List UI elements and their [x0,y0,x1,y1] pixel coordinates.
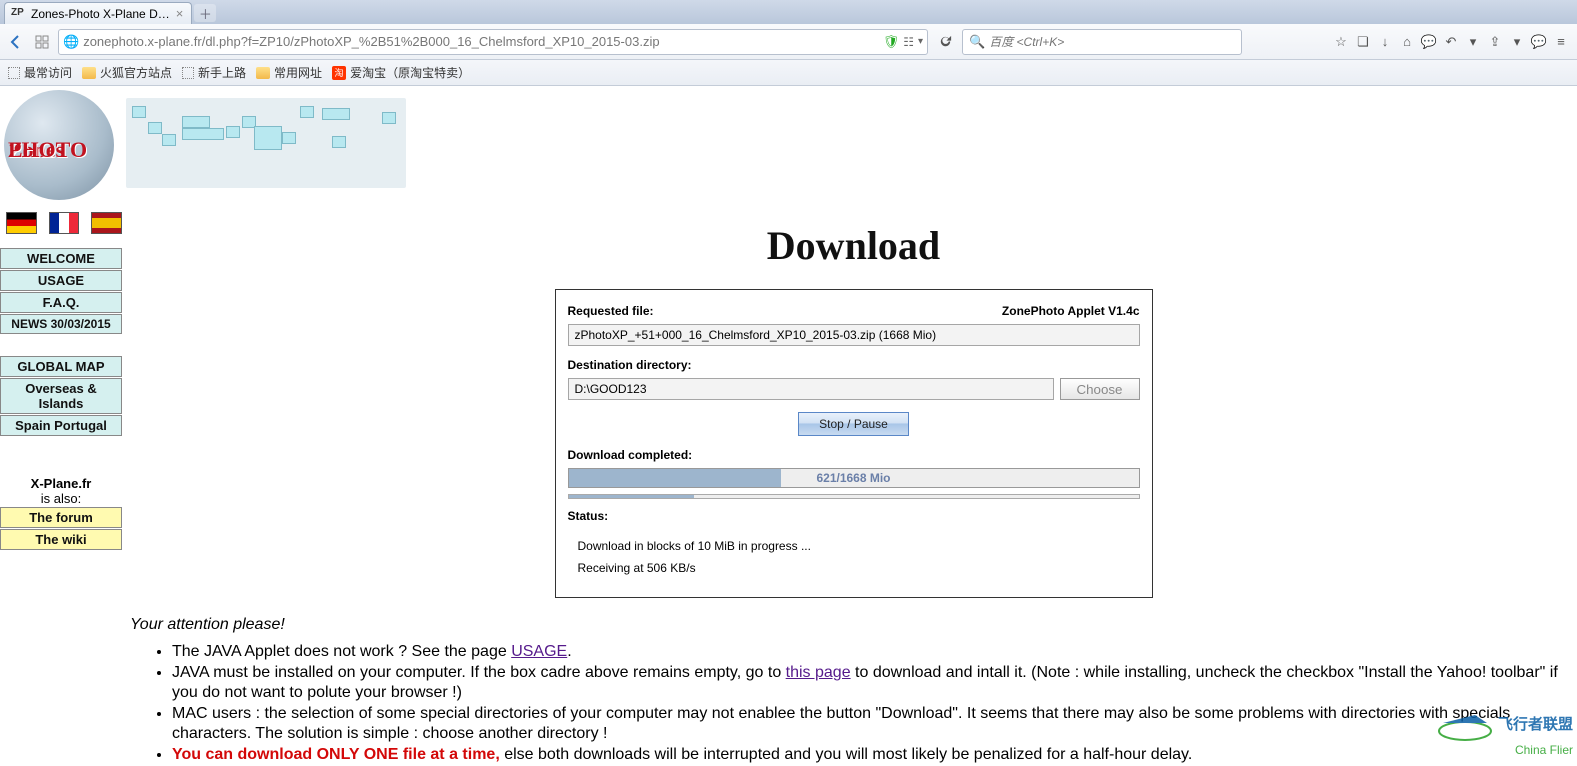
usage-link[interactable]: USAGE [511,643,567,660]
applet-version: ZonePhoto Applet V1.4c [1002,304,1140,318]
tab-groups-icon[interactable] [32,32,52,52]
sidebar-menu-2: GLOBAL MAP Overseas & Islands Spain Port… [0,356,122,436]
chevron-down-icon[interactable]: ▾ [918,36,923,47]
tab-title: Zones-Photo X-Plane D… [31,7,170,21]
bookmark-bar: 最常访问 火狐官方站点 新手上路 常用网址 淘爱淘宝（原淘宝特卖） [0,60,1577,86]
bookmark-icon [182,67,194,79]
requested-file-label: Requested file: [568,304,654,318]
note-4: You can download ONLY ONE file at a time… [172,745,1577,765]
folder-icon [256,67,270,79]
chat-icon[interactable]: 💬 [1419,32,1439,52]
site-logo[interactable]: ZonesPHOTO [4,90,114,200]
note-2: JAVA must be installed on your computer.… [172,663,1577,703]
status-lines: Download in blocks of 10 MiB in progress… [568,529,1140,579]
bookmark-label: 最常访问 [24,64,72,81]
qr-icon[interactable]: ☷ [903,35,914,49]
folder-icon [82,67,96,79]
menu-overseas[interactable]: Overseas & Islands [0,378,122,414]
progress-bar: 621/1668 Mio [568,468,1140,488]
flag-germany[interactable] [6,212,37,234]
stop-pause-button[interactable]: Stop / Pause [798,412,909,436]
bookmark-label: 火狐官方站点 [100,64,172,81]
menu-icon[interactable]: ≡ [1551,32,1571,52]
share-icon[interactable]: ⇪ [1485,32,1505,52]
browser-tab[interactable]: ZP Zones-Photo X-Plane D… × [4,2,192,24]
download-completed-label: Download completed: [568,448,1140,462]
url-bar[interactable]: 🌐 🛡 ☷ ▾ [58,29,928,55]
choose-button[interactable]: Choose [1060,378,1140,400]
attention-heading: Your attention please! [130,616,1577,634]
requested-file-field [568,324,1140,346]
bookmark-label: 常用网址 [274,64,322,81]
reload-button[interactable] [934,31,956,53]
bookmark-firefox[interactable]: 火狐官方站点 [82,64,172,81]
download-applet: Requested file: ZonePhoto Applet V1.4c D… [555,289,1153,598]
undo-icon[interactable]: ↶ [1441,32,1461,52]
bookmark-taobao[interactable]: 淘爱淘宝（原淘宝特卖） [332,64,470,81]
menu-usage[interactable]: USAGE [0,270,122,291]
world-map-decor [126,98,406,188]
menu-news[interactable]: NEWS 30/03/2015 [0,314,122,334]
close-icon[interactable]: × [176,6,184,21]
home-icon[interactable]: ⌂ [1397,32,1417,52]
chevron-down-icon[interactable]: ▾ [1463,32,1483,52]
note-3: MAC users : the selection of some specia… [172,704,1577,744]
addon-icon[interactable]: 💬 [1529,32,1549,52]
search-bar[interactable]: 🔍 [962,29,1242,55]
xplane-label: X-Plane.fris also: [0,476,122,506]
language-flags [6,212,122,234]
search-icon: 🔍 [969,34,985,50]
progress-text: 621/1668 Mio [569,469,1139,487]
tab-favicon: ZP [11,7,25,21]
status-label: Status: [568,509,1140,523]
search-input[interactable] [989,35,1235,49]
menu-spain[interactable]: Spain Portugal [0,415,122,436]
shield-icon[interactable]: 🛡 [883,34,900,50]
link-forum[interactable]: The forum [0,507,122,528]
bookmark-star-icon[interactable]: ☆ [1331,32,1351,52]
page-title: Download [130,222,1577,269]
note-1: The JAVA Applet does not work ? See the … [172,642,1577,662]
flag-spain[interactable] [91,212,122,234]
browser-tab-strip: ZP Zones-Photo X-Plane D… × ＋ [0,0,1577,24]
reader-view-icon[interactable]: ❏ [1353,32,1373,52]
new-tab-button[interactable]: ＋ [194,4,216,22]
bookmark-label: 新手上路 [198,64,246,81]
bookmark-label: 爱淘宝（原淘宝特卖） [350,64,470,81]
browser-nav-bar: 🌐 🛡 ☷ ▾ 🔍 ☆ ❏ ↓ ⌂ 💬 ↶ ▾ ⇪ ▾ 💬 ≡ [0,24,1577,60]
bookmark-newbie[interactable]: 新手上路 [182,64,246,81]
status-line-2: Receiving at 506 KB/s [578,557,1140,579]
taobao-icon: 淘 [332,66,346,80]
menu-welcome[interactable]: WELCOME [0,248,122,269]
menu-globalmap[interactable]: GLOBAL MAP [0,356,122,377]
xplane-links: The forum The wiki [0,507,122,550]
back-button[interactable] [6,32,26,52]
sub-progress-bar [568,494,1140,499]
globe-icon: 🌐 [63,34,79,50]
link-wiki[interactable]: The wiki [0,529,122,550]
flag-france[interactable] [49,212,80,234]
java-page-link[interactable]: this page [786,664,851,681]
chevron-down-icon[interactable]: ▾ [1507,32,1527,52]
dest-dir-field[interactable] [568,378,1054,400]
bookmark-common[interactable]: 常用网址 [256,64,322,81]
sidebar-menu: WELCOME USAGE F.A.Q. NEWS 30/03/2015 [0,248,122,334]
site-watermark: 飞行者联盟 China Flier [1435,709,1573,757]
dest-dir-label: Destination directory: [568,358,1140,372]
downloads-icon[interactable]: ↓ [1375,32,1395,52]
menu-faq[interactable]: F.A.Q. [0,292,122,313]
url-input[interactable] [83,31,879,53]
status-line-1: Download in blocks of 10 MiB in progress… [578,535,1140,557]
bookmark-icon [8,67,20,79]
notes-block: Your attention please! The JAVA Applet d… [130,616,1577,765]
bookmark-most-visited[interactable]: 最常访问 [8,64,72,81]
